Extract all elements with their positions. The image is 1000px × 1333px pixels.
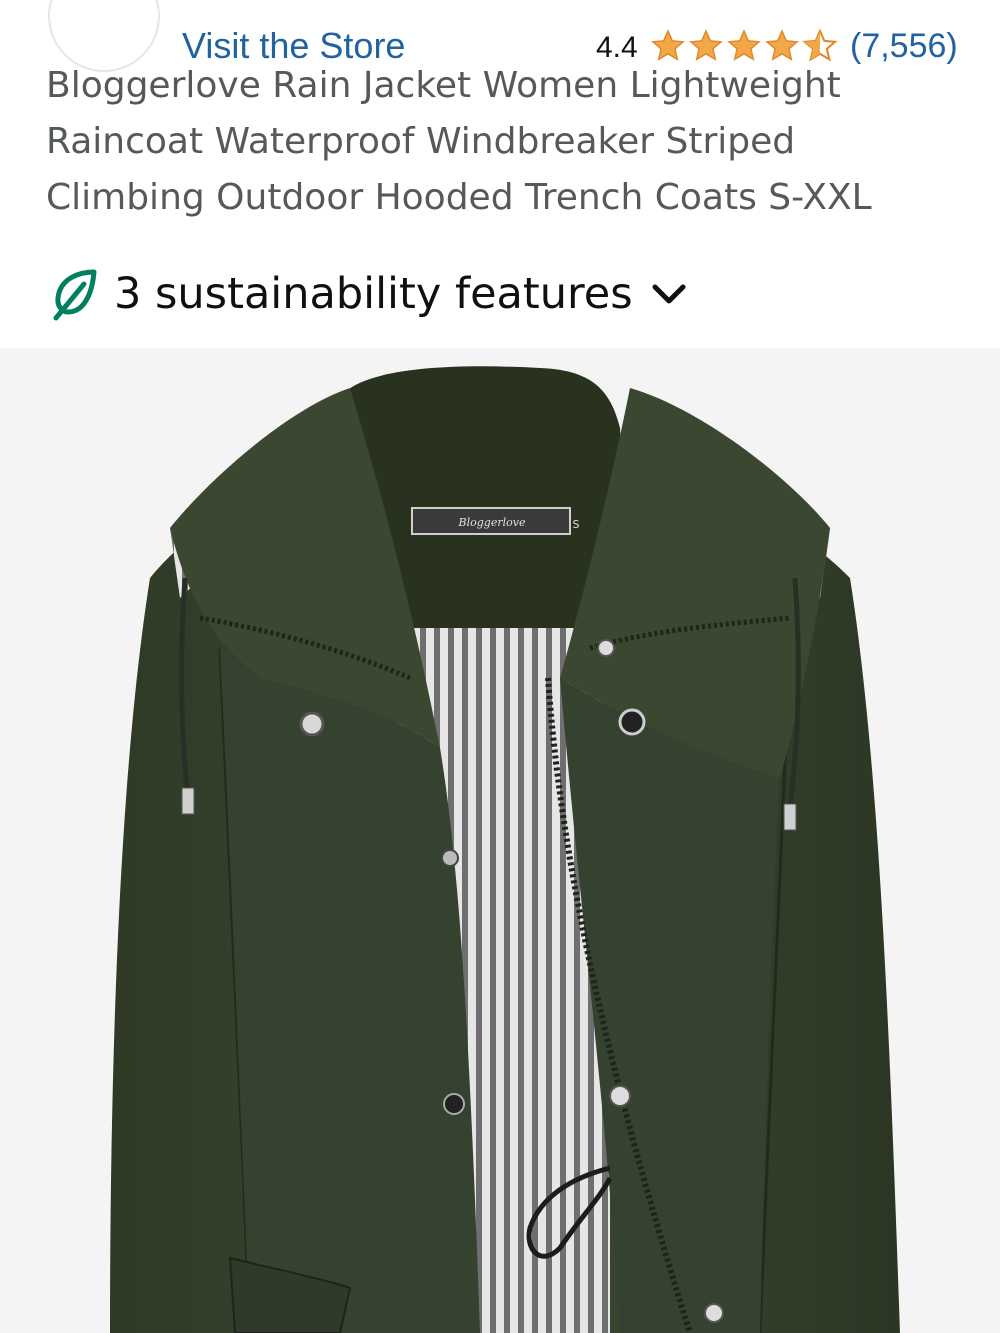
leaf-icon (53, 269, 97, 321)
product-title: Bloggerlove Rain Jacket Women Lightweigh… (46, 65, 872, 218)
sustainability-features-toggle[interactable]: 3 sustainability features (50, 262, 689, 326)
product-page: Visit the Store 4.4 (7,556) Bloggerlove … (0, 0, 1000, 1333)
sustainability-label: 3 sustainability features (114, 269, 633, 319)
chevron-down-icon (652, 284, 686, 304)
jacket-illustration: Bloggerlove S (0, 348, 1000, 1333)
brand-label-text: Bloggerlove (458, 516, 526, 529)
size-tag-text: S (573, 518, 580, 531)
product-image[interactable]: Bloggerlove S (0, 348, 1000, 1333)
